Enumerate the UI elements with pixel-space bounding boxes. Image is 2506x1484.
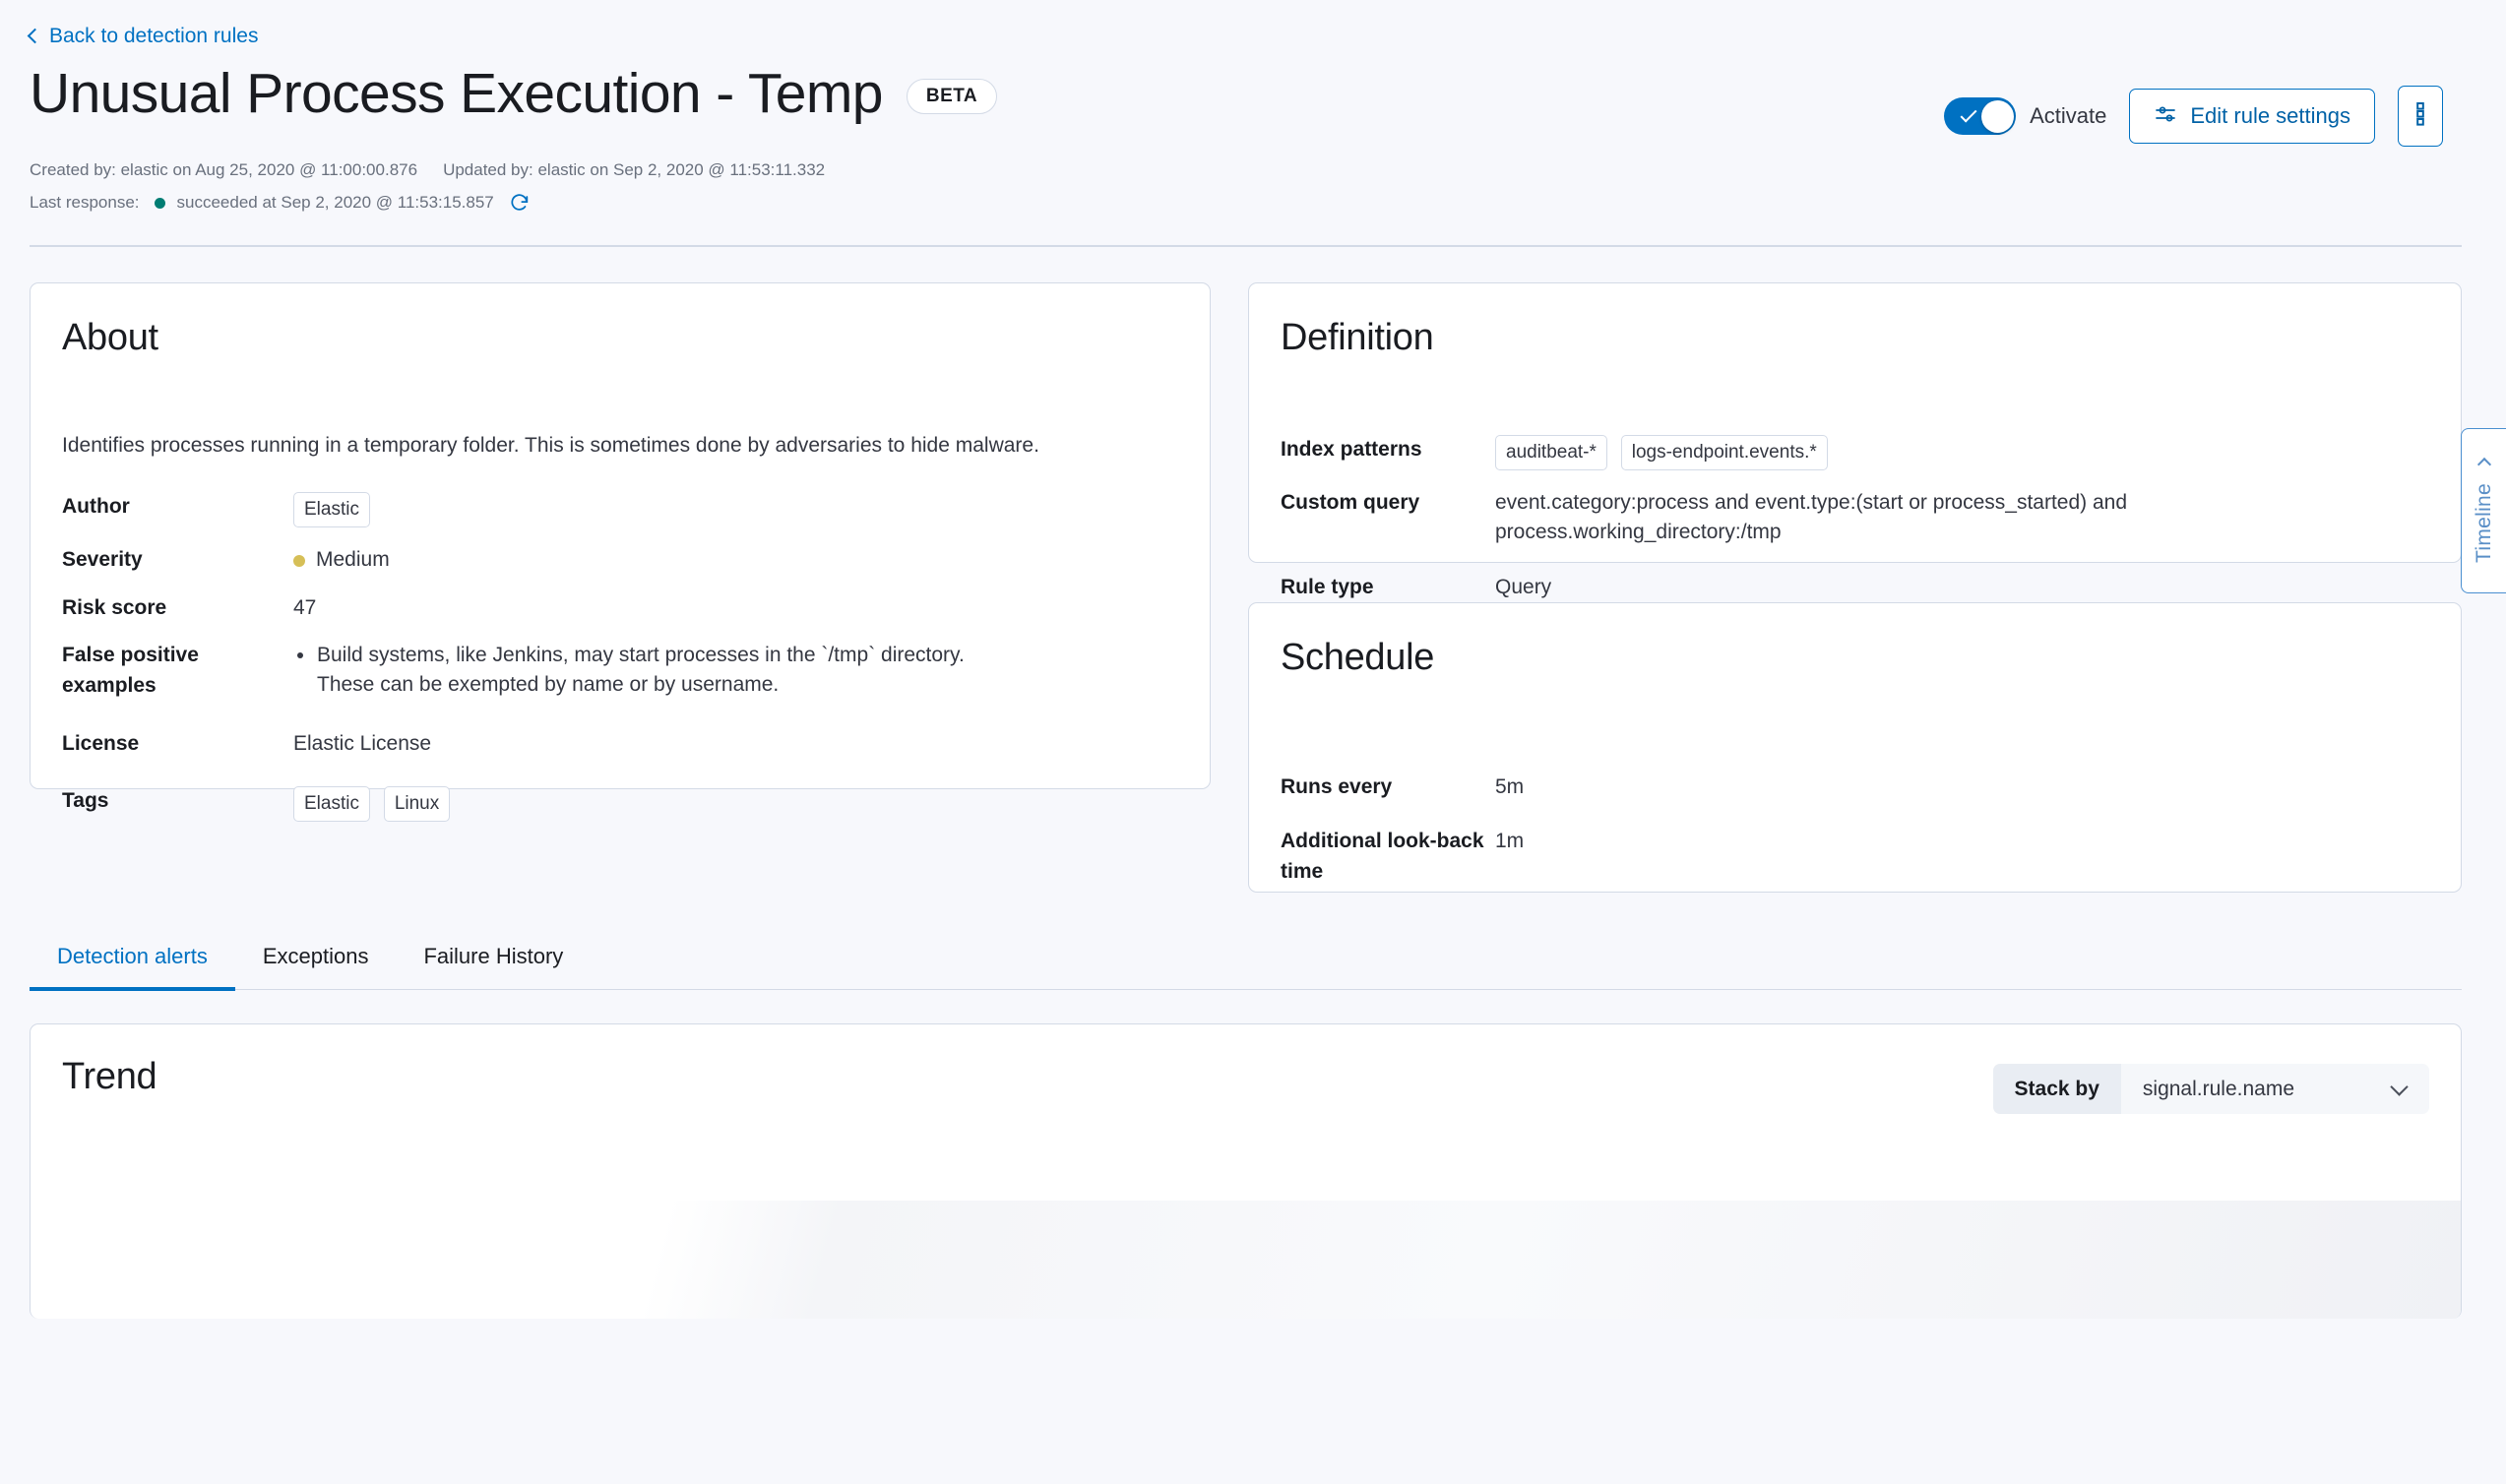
timeline-flyout-content: Timeline [2473, 460, 2496, 563]
last-response-label: Last response: [30, 193, 140, 213]
severity-dot-icon [293, 555, 305, 567]
tags-value: Elastic Linux [293, 786, 458, 822]
license-label: License [62, 729, 293, 759]
schedule-panel-title: Schedule [1281, 637, 2429, 679]
definition-panel: Definition Index patterns auditbeat-* lo… [1248, 282, 2462, 563]
chevron-left-icon [2476, 457, 2490, 470]
detail-tabs: Detection alerts Exceptions Failure Hist… [30, 934, 2462, 990]
about-field-severity: Severity Medium [62, 536, 1178, 585]
about-field-list: Author Elastic Severity Medium [62, 483, 1178, 830]
stack-by-control: Stack by signal.rule.name [1993, 1064, 2429, 1114]
chevron-left-icon [28, 28, 43, 43]
definition-field-index-patterns: Index patterns auditbeat-* logs-endpoint… [1281, 426, 2429, 479]
about-description: Identifies processes running in a tempor… [62, 432, 1178, 460]
license-value: Elastic License [293, 729, 431, 759]
lookback-value: 1m [1495, 827, 1524, 856]
stack-by-value: signal.rule.name [2143, 1079, 2294, 1099]
refresh-icon[interactable] [509, 192, 531, 214]
severity-value: Medium [293, 545, 390, 576]
activate-toggle[interactable] [1944, 97, 2016, 135]
activate-label: Activate [2030, 103, 2106, 129]
more-actions-button[interactable] [2398, 86, 2443, 147]
custom-query-label: Custom query [1281, 488, 1495, 518]
rule-meta-line: Created by: elastic on Aug 25, 2020 @ 11… [30, 160, 2443, 180]
runs-every-label: Runs every [1281, 773, 1495, 802]
trend-title: Trend [62, 1056, 157, 1098]
timeline-flyout-label: Timeline [2473, 483, 2496, 563]
definition-panel-title: Definition [1281, 317, 2429, 359]
severity-label: Severity [62, 545, 293, 575]
schedule-panel: Schedule Runs every 5m Additional look-b… [1248, 602, 2462, 893]
title-row: Unusual Process Execution - Temp BETA Ac… [30, 64, 2443, 147]
author-value: Elastic [293, 492, 378, 527]
right-column: Definition Index patterns auditbeat-* lo… [1248, 282, 2462, 893]
chevron-down-icon [2390, 1078, 2408, 1095]
toggle-knob [1981, 100, 2014, 133]
back-link-label: Back to detection rules [49, 26, 258, 46]
index-pattern-badge: logs-endpoint.events.* [1621, 435, 1828, 470]
rule-type-label: Rule type [1281, 573, 1495, 602]
false-positive-label: False positive examples [62, 641, 293, 701]
header-actions: Activate Edit rule settings [1944, 64, 2443, 147]
trend-header: Trend Stack by signal.rule.name [62, 1056, 2429, 1114]
rule-type-value: Query [1495, 573, 1551, 602]
index-pattern-badge: auditbeat-* [1495, 435, 1607, 470]
stack-by-label: Stack by [1993, 1064, 2121, 1114]
rule-details-page: Back to detection rules Unusual Process … [0, 0, 2506, 1484]
definition-field-custom-query: Custom query event.category:process and … [1281, 479, 2429, 557]
schedule-field-runs-every: Runs every 5m [1281, 764, 2429, 811]
tag-badge: Elastic [293, 786, 370, 822]
lookback-label: Additional look-back time [1281, 827, 1495, 887]
about-field-false-positives: False positive examples Build systems, l… [62, 632, 1178, 710]
risk-score-label: Risk score [62, 593, 293, 623]
about-panel-title: About [62, 317, 1178, 359]
status-dot-icon [155, 198, 165, 209]
false-positive-list: Build systems, like Jenkins, may start p… [293, 641, 992, 700]
list-item: Build systems, like Jenkins, may start p… [293, 641, 992, 700]
risk-score-value: 47 [293, 593, 316, 623]
severity-text: Medium [316, 545, 390, 575]
about-field-risk-score: Risk score 47 [62, 585, 1178, 632]
tab-exceptions[interactable]: Exceptions [235, 934, 397, 991]
runs-every-value: 5m [1495, 773, 1524, 802]
schedule-field-list: Runs every 5m Additional look-back time … [1281, 764, 2429, 896]
beta-badge: BETA [907, 79, 997, 114]
about-field-author: Author Elastic [62, 483, 1178, 536]
trend-panel: Trend Stack by signal.rule.name [30, 1023, 2462, 1319]
index-patterns-value: auditbeat-* logs-endpoint.events.* [1495, 435, 1836, 470]
tags-label: Tags [62, 786, 293, 816]
tab-failure-history[interactable]: Failure History [396, 934, 591, 991]
stack-by-select[interactable]: signal.rule.name [2121, 1064, 2429, 1114]
index-patterns-label: Index patterns [1281, 435, 1495, 464]
false-positive-value: Build systems, like Jenkins, may start p… [293, 641, 992, 700]
edit-rule-settings-button[interactable]: Edit rule settings [2129, 89, 2375, 144]
tag-badge: Linux [384, 786, 450, 822]
page-header: Back to detection rules Unusual Process … [0, 0, 2506, 214]
title-left-group: Unusual Process Execution - Temp BETA [30, 64, 997, 123]
back-to-detection-rules-link[interactable]: Back to detection rules [30, 26, 258, 46]
check-icon [1961, 106, 1977, 123]
schedule-field-lookback: Additional look-back time 1m [1281, 811, 2429, 896]
tab-detection-alerts[interactable]: Detection alerts [30, 934, 235, 991]
timeline-flyout-tab[interactable]: Timeline [2461, 428, 2506, 593]
author-badge: Elastic [293, 492, 370, 527]
details-columns: About Identifies processes running in a … [0, 247, 2506, 893]
last-response-line: Last response: succeeded at Sep 2, 2020 … [30, 192, 2443, 214]
trend-chart-loading-skeleton [31, 1201, 2461, 1319]
page-title: Unusual Process Execution - Temp [30, 64, 883, 123]
about-field-tags: Tags Elastic Linux [62, 769, 1178, 831]
custom-query-value: event.category:process and event.type:(s… [1495, 488, 2184, 548]
controls-icon [2154, 102, 2177, 130]
left-column: About Identifies processes running in a … [30, 282, 1211, 893]
created-by-text: Created by: elastic on Aug 25, 2020 @ 11… [30, 160, 417, 180]
activate-toggle-group: Activate [1944, 97, 2106, 135]
author-label: Author [62, 492, 293, 522]
about-field-license: License Elastic License [62, 710, 1178, 768]
edit-rule-settings-label: Edit rule settings [2190, 105, 2350, 127]
last-response-value: succeeded at Sep 2, 2020 @ 11:53:15.857 [177, 193, 494, 213]
kebab-menu-icon [2415, 99, 2425, 133]
about-panel: About Identifies processes running in a … [30, 282, 1211, 789]
updated-by-text: Updated by: elastic on Sep 2, 2020 @ 11:… [443, 160, 825, 180]
